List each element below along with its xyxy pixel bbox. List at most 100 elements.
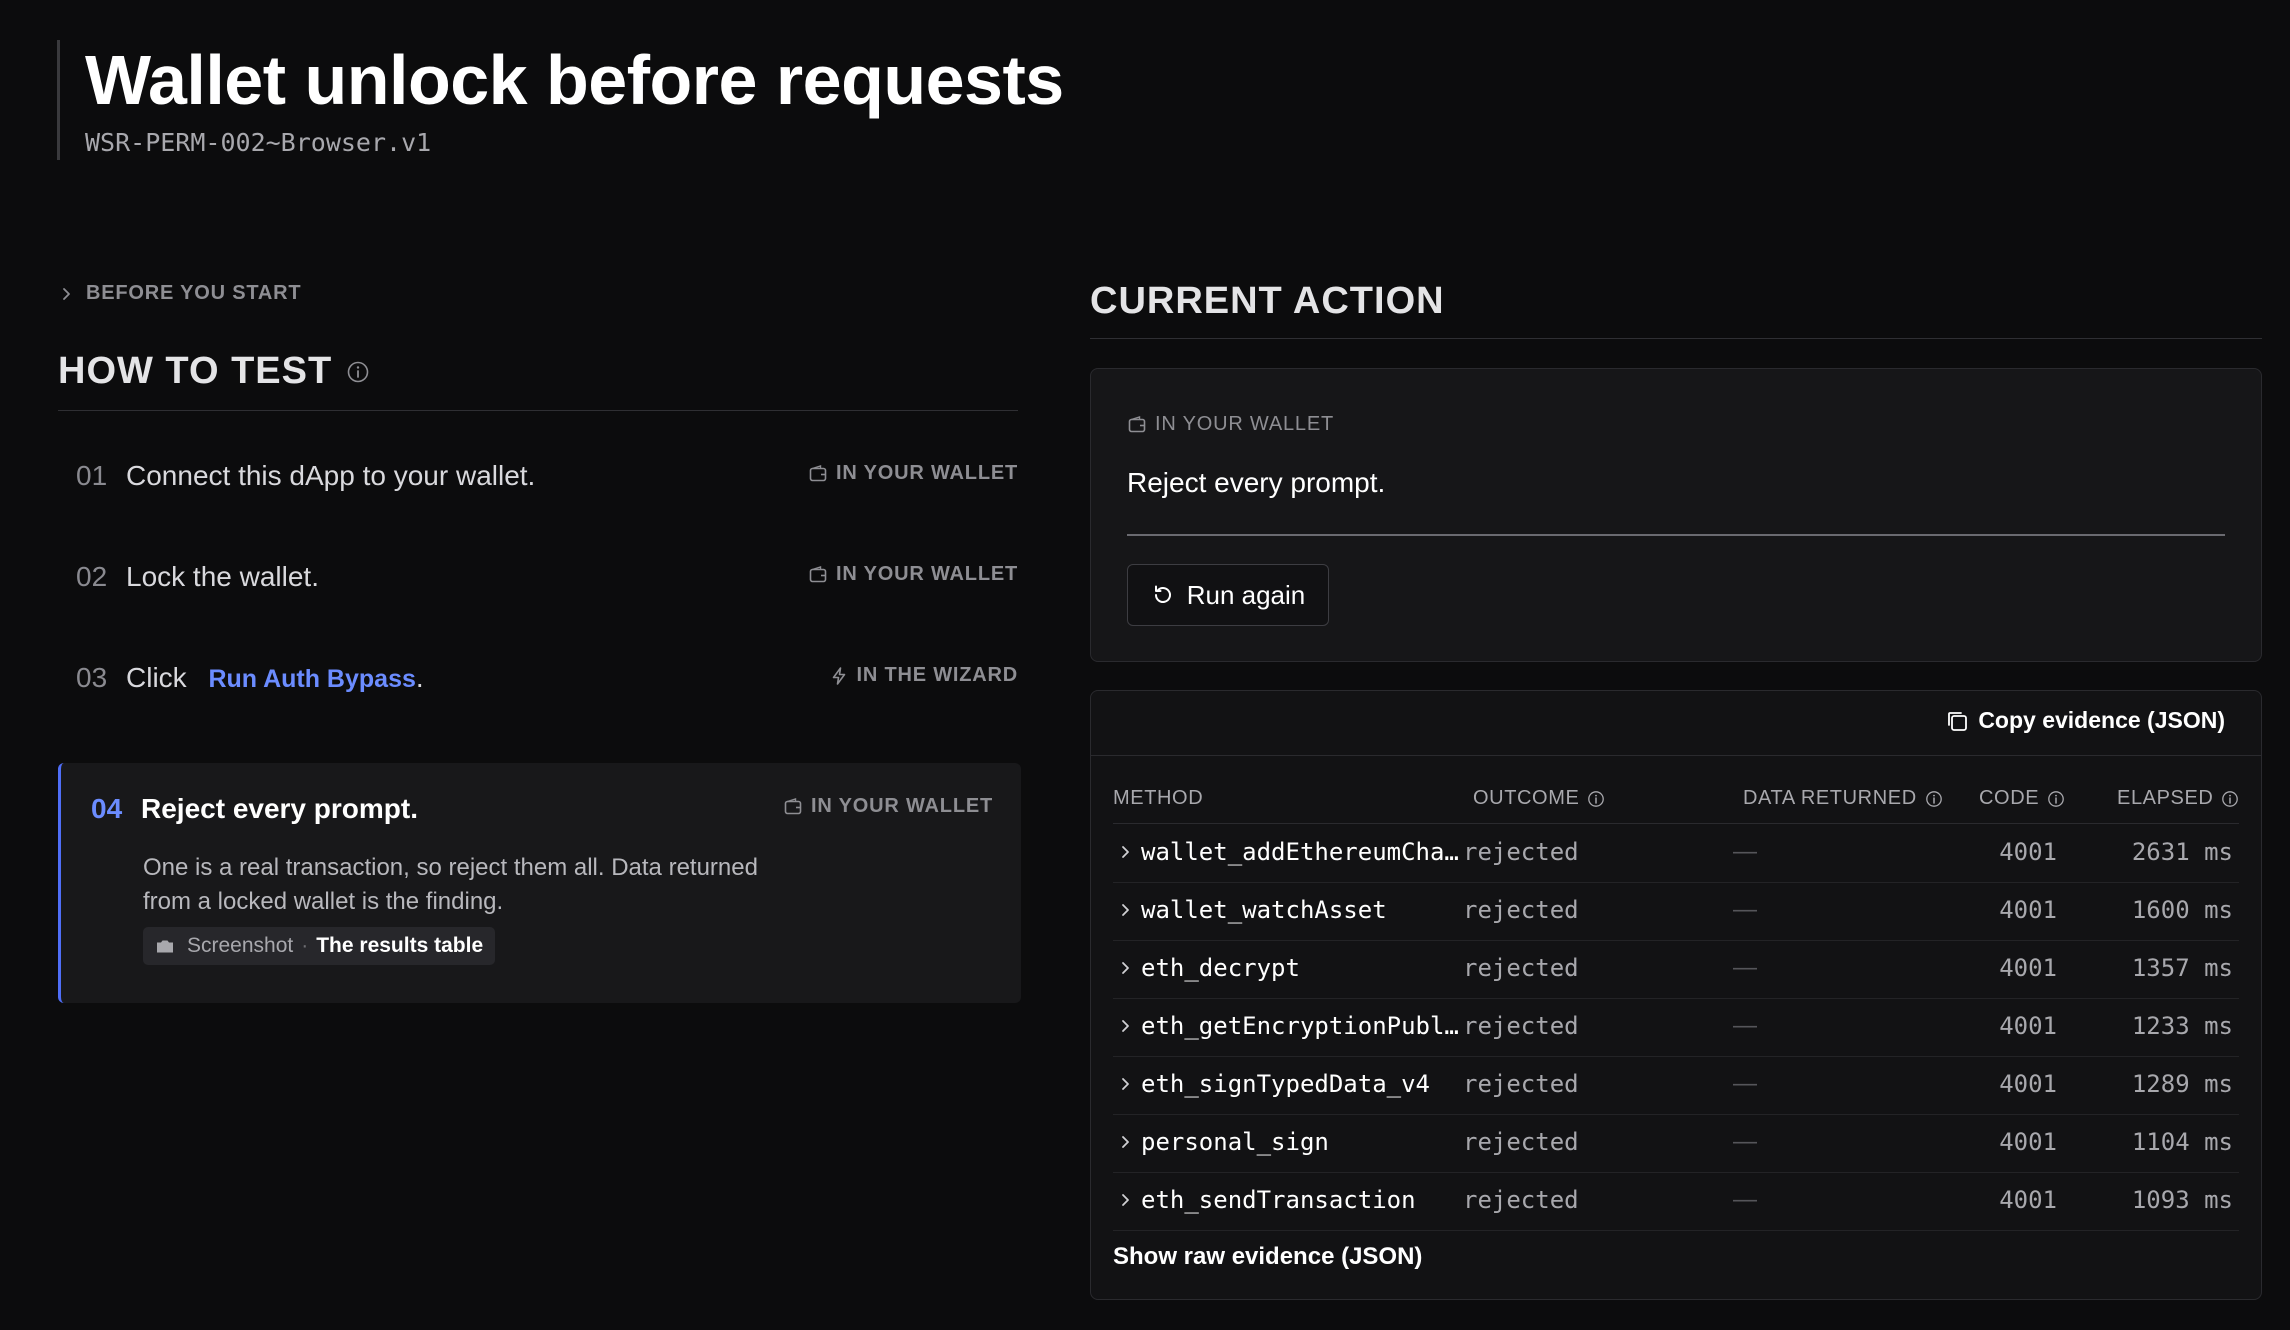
chevron-right-icon [63, 287, 70, 300]
cell-method: eth_signTypedData_v4 [1141, 1070, 1430, 1098]
step-01: 01 Connect this dApp to your wallet. IN … [58, 440, 1018, 510]
cell-method: personal_sign [1141, 1128, 1329, 1156]
divider [1090, 338, 2262, 339]
page-title: Wallet unlock before requests [85, 41, 1064, 119]
cell-code: 4001 [1999, 954, 2057, 982]
table-row[interactable]: personal_sign rejected — 4001 1104 ms [1113, 1114, 2239, 1173]
results-table-card: Copy evidence (JSON) METHOD OUTCOME DATA… [1090, 690, 2262, 1300]
chevron-right-icon[interactable] [1117, 902, 1133, 918]
lightning-icon [832, 666, 845, 685]
cell-outcome: rejected [1463, 838, 1579, 866]
before-you-start-toggle[interactable]: BEFORE YOU START [58, 282, 301, 305]
info-icon[interactable] [1925, 790, 1943, 808]
run-again-button[interactable]: Run again [1127, 564, 1329, 626]
cell-elapsed: 1357 ms [2131, 954, 2233, 982]
cell-code: 4001 [1999, 1070, 2057, 1098]
cell-code: 4001 [1999, 1128, 2057, 1156]
camera-icon [157, 940, 173, 953]
how-to-test-heading: HOW TO TEST [58, 350, 370, 393]
chevron-right-icon[interactable] [1117, 1134, 1133, 1150]
copy-icon [1948, 711, 1968, 731]
step-number: 03 [76, 662, 108, 693]
column-code: CODE [1979, 787, 2065, 810]
step-02: 02 Lock the wallet. IN YOUR WALLET [58, 541, 1018, 611]
step-text-prefix: Click [126, 662, 187, 693]
column-method-label: METHOD [1113, 787, 1204, 809]
info-icon[interactable] [2047, 790, 2065, 808]
info-icon[interactable] [346, 360, 370, 384]
column-data-returned-label: DATA RETURNED [1743, 787, 1917, 809]
cell-data-returned: — [1733, 1070, 1757, 1097]
cell-code: 4001 [1999, 1186, 2057, 1214]
cell-method: eth_decrypt [1141, 954, 1300, 982]
chip-value: The results table [316, 934, 484, 957]
table-row[interactable]: eth_sendTransaction rejected — 4001 1093… [1113, 1172, 2239, 1231]
table-row[interactable]: wallet_addEthereumCha… rejected — 4001 2… [1113, 824, 2239, 883]
cell-data-returned: — [1733, 1128, 1757, 1155]
table-row[interactable]: eth_decrypt rejected — 4001 1357 ms [1113, 940, 2239, 999]
chevron-right-icon[interactable] [1117, 1192, 1133, 1208]
wallet-icon [809, 464, 827, 481]
cell-code: 4001 [1999, 838, 2057, 866]
step-03: 03 Click Run Auth Bypass. IN THE WIZARD [58, 642, 1018, 712]
page-header: Wallet unlock before requests WSR-PERM-0… [57, 40, 1160, 160]
results-toolbar: Copy evidence (JSON) [1091, 691, 2261, 756]
cell-outcome: rejected [1463, 954, 1579, 982]
action-prompt: Reject every prompt. [1127, 467, 1386, 498]
info-icon[interactable] [1587, 790, 1605, 808]
refresh-icon [1154, 585, 1171, 603]
cell-data-returned: — [1733, 1186, 1757, 1213]
divider [1127, 534, 2225, 536]
table-row[interactable]: wallet_watchAsset rejected — 4001 1600 m… [1113, 882, 2239, 941]
step-number: 04 [91, 793, 123, 824]
test-id: WSR-PERM-002~Browser.v1 [85, 128, 432, 157]
chevron-right-icon[interactable] [1117, 960, 1133, 976]
chevron-right-icon[interactable] [1117, 1076, 1133, 1092]
step-number: 01 [76, 460, 108, 491]
cell-outcome: rejected [1463, 1128, 1579, 1156]
step-tag-label: IN THE WIZARD [856, 664, 1018, 686]
action-card: IN YOUR WALLET Reject every prompt. Run … [1090, 368, 2262, 662]
step-text: Connect this dApp to your wallet. [126, 460, 536, 491]
cell-elapsed: 1289 ms [2131, 1070, 2233, 1098]
step-04-active-card: 04 Reject every prompt. IN YOUR WALLET O… [58, 763, 1021, 1003]
cell-elapsed: 1093 ms [2131, 1186, 2233, 1214]
step-tag-label: IN YOUR WALLET [836, 563, 1018, 585]
chip-separator: · [301, 934, 309, 957]
step-description: One is a real transaction, so reject the… [143, 854, 758, 915]
before-you-start-label: BEFORE YOU START [86, 282, 302, 304]
step-location-tag: IN YOUR WALLET [808, 462, 1018, 485]
cell-elapsed: 1600 ms [2131, 896, 2233, 924]
cell-outcome: rejected [1463, 1070, 1579, 1098]
table-row[interactable]: eth_getEncryptionPubl… rejected — 4001 1… [1113, 998, 2239, 1057]
column-outcome: OUTCOME [1473, 787, 1605, 810]
action-location-tag: IN YOUR WALLET [1127, 413, 1334, 436]
column-method: METHOD [1113, 787, 1203, 810]
screenshot-chip: Screenshot · The results table [143, 927, 496, 965]
cell-data-returned: — [1733, 896, 1757, 923]
cell-data-returned: — [1733, 838, 1757, 865]
chip-label: Screenshot [187, 934, 294, 957]
column-outcome-label: OUTCOME [1473, 787, 1580, 809]
cell-elapsed: 1104 ms [2131, 1128, 2233, 1156]
cell-method: wallet_addEthereumCha… [1141, 838, 1459, 866]
cell-data-returned: — [1733, 1012, 1757, 1039]
cell-outcome: rejected [1463, 896, 1579, 924]
cell-code: 4001 [1999, 1012, 2057, 1040]
step-text: Lock the wallet. [126, 561, 319, 592]
chevron-right-icon[interactable] [1117, 1018, 1133, 1034]
chevron-right-icon[interactable] [1117, 844, 1133, 860]
wallet-icon [784, 797, 802, 814]
divider [58, 410, 1018, 411]
wallet-icon [809, 565, 827, 582]
copy-evidence-button[interactable]: Copy evidence (JSON) [1944, 707, 2225, 734]
cell-method: eth_getEncryptionPubl… [1141, 1012, 1459, 1040]
step-location-tag: IN YOUR WALLET [808, 563, 1018, 586]
copy-evidence-label: Copy evidence (JSON) [1978, 707, 2225, 733]
info-icon[interactable] [2221, 790, 2239, 808]
step-text: Click Run Auth Bypass. [126, 662, 424, 694]
show-raw-evidence-link[interactable]: Show raw evidence (JSON) [1113, 1243, 1422, 1271]
table-row[interactable]: eth_signTypedData_v4 rejected — 4001 128… [1113, 1056, 2239, 1115]
wallet-icon [1128, 415, 1146, 432]
run-auth-bypass-link[interactable]: Run Auth Bypass [208, 665, 415, 693]
